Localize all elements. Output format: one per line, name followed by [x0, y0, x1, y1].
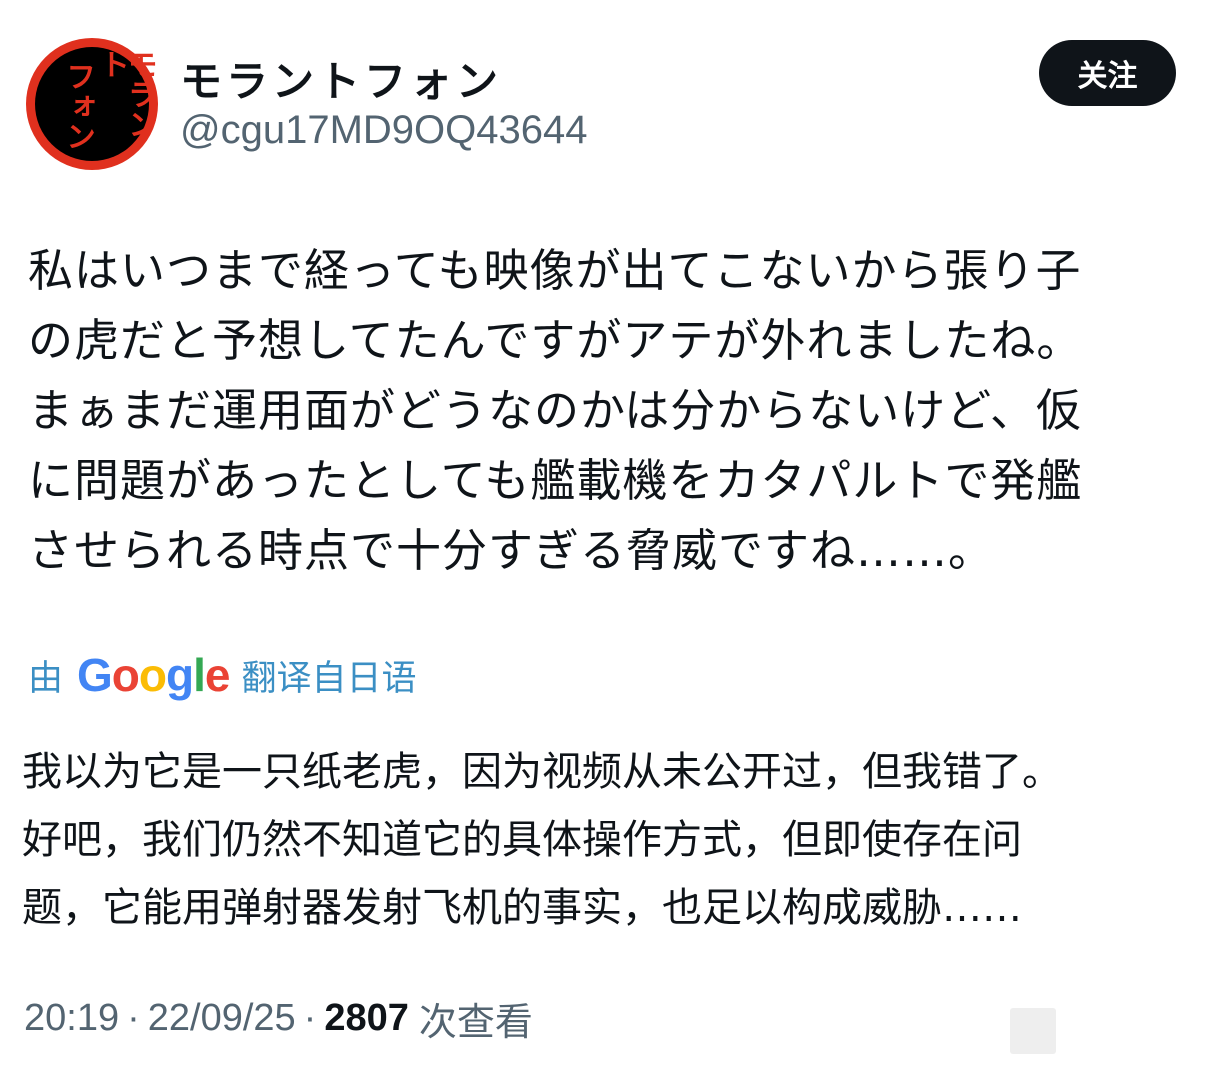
translated-by-label: 由	[28, 658, 64, 699]
translation-attribution[interactable]: 由 Google 翻译自日语	[28, 648, 417, 702]
tweet-meta: 20:19 · 22/09/25 · 2807 次查看	[24, 990, 533, 1046]
views-count: 2807	[324, 996, 409, 1039]
tweet-text: 私はいつまで経っても映像が出てこないから張り子 の虎だと予想してたんですがアテが…	[28, 236, 1208, 586]
translated-text-line: 题，它能用弹射器发射飞机的事实，也足以构成威胁……	[22, 885, 1022, 931]
translated-text-line: 好吧，我们仍然不知道它的具体操作方式，但即使存在问	[22, 817, 1022, 863]
tweet-text-line: の虎だと予想してたんですがアテが外れましたね。	[28, 314, 1083, 367]
post-date[interactable]: 22/09/25	[148, 997, 296, 1040]
separator-dot: ·	[303, 996, 317, 1039]
avatar[interactable]: モラント フォン	[26, 38, 158, 170]
tweet-card: モラント フォン モラントフォン @cgu17MD9OQ43644 关注 私はい…	[0, 0, 1224, 1080]
translated-from-label: 翻译自日语	[241, 658, 417, 699]
google-logo: Google	[77, 649, 230, 701]
avatar-logo: モラント フォン	[35, 47, 157, 161]
watermark-block	[1010, 1008, 1056, 1054]
separator-dot: ·	[127, 996, 140, 1039]
user-handle[interactable]: @cgu17MD9OQ43644	[180, 108, 588, 153]
tweet-text-line: させられる時点で十分すぎる脅威ですね……。	[28, 524, 995, 577]
tweet-text-line: に問題があったとしても艦載機をカタパルトで発艦	[28, 454, 1083, 507]
avatar-logo-text-2: フォン	[60, 61, 95, 151]
translated-text: 我以为它是一只纸老虎，因为视频从未公开过，但我错了。 好吧，我们仍然不知道它的具…	[22, 738, 1202, 942]
display-name[interactable]: モラントフォン	[180, 48, 502, 109]
translated-text-line: 我以为它是一只纸老虎，因为视频从未公开过，但我错了。	[22, 749, 1062, 795]
post-time[interactable]: 20:19	[24, 997, 119, 1040]
avatar-logo-text-1: モラント	[94, 49, 157, 139]
tweet-text-line: 私はいつまで経っても映像が出てこないから張り子	[28, 244, 1082, 297]
views-label: 次查看	[418, 999, 533, 1044]
tweet-text-line: まぁまだ運用面がどうなのかは分からないけど、仮	[28, 384, 1082, 437]
follow-button[interactable]: 关注	[1039, 40, 1176, 106]
